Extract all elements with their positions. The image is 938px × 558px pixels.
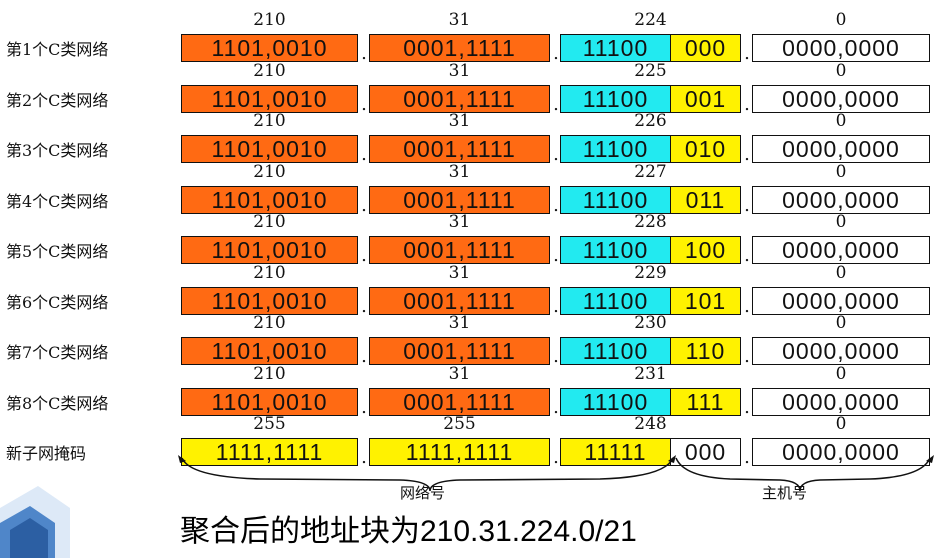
octet-decimal: 31: [448, 10, 471, 30]
octet2-bits: 0001,1111: [369, 236, 550, 264]
octet-decimal: 31: [448, 111, 471, 131]
octet4-host-bits: 0000,0000: [752, 337, 930, 365]
octet-decimal: 0: [835, 111, 847, 131]
octet-decimal: 31: [448, 262, 471, 283]
octet3-varying-bits: 010: [670, 135, 741, 163]
octet4-host-bits: 0000,0000: [752, 387, 930, 416]
octet-decimal: 226: [634, 111, 667, 131]
row-label: 第5个C类网络: [6, 242, 109, 261]
octet3-prefix-bits: 11100: [560, 387, 670, 416]
octet2-bits: 0001,1111: [369, 34, 550, 62]
octet3-varying-bits: 101: [670, 286, 741, 315]
octet3-prefix-bits: 11100: [560, 135, 670, 163]
row-label: 第3个C类网络: [6, 141, 109, 160]
octet3-varying-bits: 111: [670, 387, 741, 416]
octet-decimal: 210: [253, 60, 286, 81]
network-row: 第1个C类网络 210 31 224 0 1101,0010 0001,1111 11100 0…: [0, 10, 938, 64]
octet3-prefix-bits: 11100: [560, 84, 670, 113]
octet-decimal: 255: [253, 414, 286, 434]
octet3-prefix-bits: 11100: [560, 286, 670, 315]
row-label: 第2个C类网络: [6, 90, 109, 110]
octet3-prefix-bits: 11100: [560, 185, 670, 214]
octet4-host-bits: 0000,0000: [752, 84, 930, 113]
octet-decimal: 227: [634, 161, 667, 182]
octet-decimal: 210: [253, 363, 286, 384]
octet-decimal: 31: [448, 60, 471, 81]
octet-decimal: 31: [448, 313, 471, 333]
network-row: 第4个C类网络 210 31 227 0 1101,0010 0001,1111 11100 0…: [0, 161, 938, 215]
octet3-prefix-bits: 11100: [560, 236, 670, 264]
row-label: 第4个C类网络: [6, 191, 109, 211]
octet2-bits: 0001,1111: [369, 387, 550, 416]
octet3-prefix-bits: 11100: [560, 337, 670, 365]
row-label: 第1个C类网络: [6, 40, 109, 59]
octet1-bits: 1101,0010: [181, 84, 358, 113]
row-label: 第8个C类网络: [6, 393, 109, 413]
octet-decimal: 210: [253, 262, 286, 283]
octet-decimal: 0: [835, 212, 847, 232]
network-row: 第8个C类网络 210 31 231 0 1101,0010 0001,1111 11100 1…: [0, 363, 938, 417]
octet-decimal: 230: [634, 313, 667, 333]
network-row: 第7个C类网络 210 31 230 0 1101,0010 0001,1111 11100 1…: [0, 313, 938, 367]
octet1-bits: 1101,0010: [181, 185, 358, 214]
octet-decimal: 0: [835, 363, 847, 384]
octet-decimal: 0: [835, 262, 847, 283]
octet4-host-bits: 0000,0000: [752, 236, 930, 264]
octet3-varying-bits: 110: [670, 337, 741, 365]
octet3-varying-bits: 001: [670, 84, 741, 113]
octet-decimal: 255: [443, 414, 476, 434]
octet-decimal: 224: [634, 10, 667, 30]
octet-decimal: 225: [634, 60, 667, 81]
network-row: 第2个C类网络 210 31 225 0 1101,0010 0001,1111 11100 0…: [0, 60, 938, 114]
octet2-bits: 0001,1111: [369, 286, 550, 315]
octet1-bits: 1101,0010: [181, 387, 358, 416]
octet-decimal: 0: [835, 60, 847, 81]
octet-decimal: 31: [448, 161, 471, 182]
octet1-bits: 1101,0010: [181, 135, 358, 163]
octet-decimal: 0: [835, 10, 847, 30]
octet-decimal: 31: [448, 363, 471, 384]
octet2-bits: 0001,1111: [369, 84, 550, 113]
octet4-host-bits: 0000,0000: [752, 135, 930, 163]
octet-decimal: 0: [835, 161, 847, 182]
network-number-label: 网络号: [400, 484, 446, 502]
row-label: 第6个C类网络: [6, 292, 109, 312]
row-label: 第7个C类网络: [6, 343, 109, 362]
octet3-varying-bits: 011: [670, 185, 741, 214]
octet2-bits: 0001,1111: [369, 135, 550, 163]
octet1-bits: 1101,0010: [181, 34, 358, 62]
network-row: 第6个C类网络 210 31 229 0 1101,0010 0001,1111 11100 1…: [0, 262, 938, 316]
octet-decimal: 0: [835, 313, 847, 333]
octet-decimal: 248: [634, 414, 667, 434]
octet3-varying-bits: 000: [670, 34, 741, 62]
octet1-bits: 1101,0010: [181, 337, 358, 365]
octet1-bits: 1101,0010: [181, 286, 358, 315]
octet3-varying-bits: 100: [670, 236, 741, 264]
octet-decimal: 210: [253, 313, 286, 333]
octet-decimal: 210: [253, 111, 286, 131]
octet-decimal: 210: [253, 212, 286, 232]
octet-decimal: 0: [835, 414, 847, 434]
octet4-host-bits: 0000,0000: [752, 185, 930, 214]
host-number-label: 主机号: [762, 484, 808, 502]
octet-decimal: 228: [634, 212, 667, 232]
octet2-bits: 0001,1111: [369, 185, 550, 214]
octet-decimal: 210: [253, 161, 286, 182]
aggregation-caption: 聚合后的地址块为210.31.224.0/21: [180, 515, 637, 548]
octet1-bits: 1101,0010: [181, 236, 358, 264]
octet2-bits: 0001,1111: [369, 337, 550, 365]
network-row: 第3个C类网络 210 31 226 0 1101,0010 0001,1111 11100 0…: [0, 111, 938, 165]
octet-decimal: 31: [448, 212, 471, 232]
octet-decimal: 229: [634, 262, 667, 283]
corner-decoration: [0, 486, 70, 558]
octet3-prefix-bits: 11100: [560, 34, 670, 62]
network-bracket-right-arrow: [668, 455, 676, 463]
octet-decimal: 210: [253, 10, 286, 30]
octet4-host-bits: 0000,0000: [752, 34, 930, 62]
octet4-host-bits: 0000,0000: [752, 286, 930, 315]
network-row: 第5个C类网络 210 31 228 0 1101,0010 0001,1111 11100 1…: [0, 212, 938, 266]
octet-decimal: 231: [634, 363, 667, 384]
